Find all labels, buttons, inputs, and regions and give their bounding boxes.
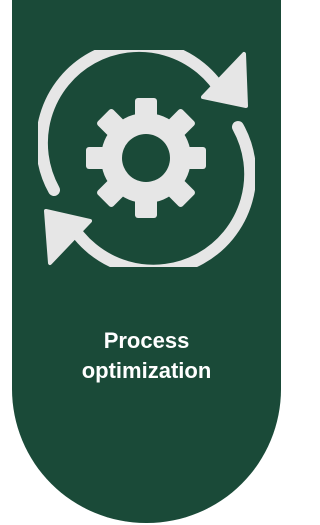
gear-cycle-icon bbox=[38, 50, 255, 267]
card-title: Process optimization bbox=[12, 326, 281, 386]
card-title-line-2: optimization bbox=[81, 358, 212, 383]
process-optimization-card: Process optimization bbox=[12, 0, 281, 523]
card-title-line-1: Process bbox=[103, 328, 190, 353]
